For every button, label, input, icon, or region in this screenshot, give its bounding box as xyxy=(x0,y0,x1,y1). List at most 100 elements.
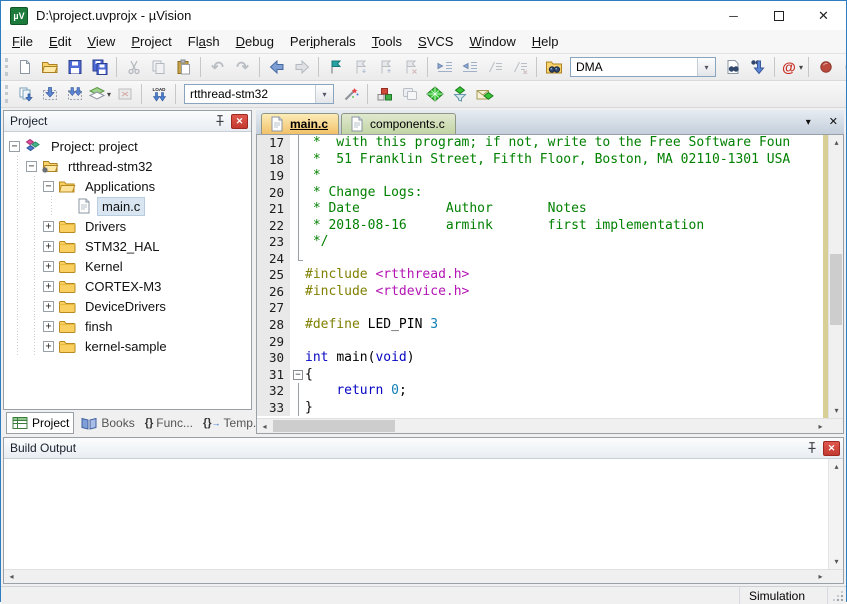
tree-item-rtthread-stm32[interactable]: − rtthread-stm32 xyxy=(4,156,251,176)
new-file-button[interactable] xyxy=(12,55,37,79)
menu-edit[interactable]: Edit xyxy=(41,34,79,49)
pack-installer-button[interactable] xyxy=(472,82,497,106)
tree-item-kernel[interactable]: +Kernel xyxy=(4,256,251,276)
tree-item-applications[interactable]: −Applications xyxy=(4,176,251,196)
minimize-button[interactable]: ─ xyxy=(711,1,756,30)
scroll-down-icon[interactable]: ▾ xyxy=(829,403,844,418)
panel-tab-project[interactable]: Project xyxy=(6,412,74,434)
toolbar-separator xyxy=(427,57,428,77)
close-button[interactable]: ✕ xyxy=(801,1,846,30)
build-output-content[interactable] xyxy=(4,459,828,569)
scroll-thumb[interactable] xyxy=(273,420,395,432)
toolbar-grip[interactable] xyxy=(5,85,8,103)
find-in-files-button[interactable] xyxy=(541,55,566,79)
save-button[interactable] xyxy=(62,55,87,79)
tree-item-kernel-sample[interactable]: +kernel-sample xyxy=(4,336,251,356)
batch-build-button[interactable]: ▾ xyxy=(87,82,112,106)
download-button[interactable]: LOAD xyxy=(146,82,171,106)
collapse-icon[interactable]: − xyxy=(26,161,37,172)
panel-tab-books[interactable]: Books xyxy=(76,412,138,434)
find-in-files-dialog-button[interactable] xyxy=(720,55,745,79)
scroll-thumb[interactable] xyxy=(830,254,842,325)
code-line: 25#include <rtthread.h> xyxy=(257,267,823,284)
target-combo[interactable]: rtthread-stm32▾ xyxy=(184,84,334,104)
open-file-button[interactable] xyxy=(37,55,62,79)
editor-tab-main-c[interactable]: main.c xyxy=(261,113,339,134)
scroll-left-icon[interactable]: ◂ xyxy=(4,569,19,584)
expand-icon[interactable]: + xyxy=(43,281,54,292)
options-for-target-button[interactable] xyxy=(338,82,363,106)
tree-item-cortex-m3[interactable]: +CORTEX-M3 xyxy=(4,276,251,296)
expand-icon[interactable]: + xyxy=(43,321,54,332)
tree-item-main-c[interactable]: main.c xyxy=(4,196,251,216)
tab-list-dropdown-icon[interactable]: ▾ xyxy=(797,117,811,128)
build-output-vertical-scrollbar[interactable]: ▴ ▾ xyxy=(828,459,843,569)
tree-item-finsh[interactable]: + finsh xyxy=(4,316,251,336)
collapse-icon[interactable]: − xyxy=(9,141,20,152)
incremental-find-button[interactable] xyxy=(745,55,770,79)
tree-item-label: rtthread-stm32 xyxy=(64,158,157,175)
scroll-right-icon[interactable]: ▸ xyxy=(813,419,828,434)
menu-view[interactable]: View xyxy=(79,34,123,49)
menu-svcs[interactable]: SVCS xyxy=(410,34,461,49)
pin-icon[interactable] xyxy=(212,113,228,129)
menu-peripherals[interactable]: Peripherals xyxy=(282,34,364,49)
outdent-button[interactable] xyxy=(457,55,482,79)
build-output-close-button[interactable]: ✕ xyxy=(823,441,840,456)
close-document-icon[interactable]: ✕ xyxy=(820,117,838,128)
menu-file[interactable]: File xyxy=(4,34,41,49)
menu-project[interactable]: Project xyxy=(123,34,179,49)
tree-item-label: finsh xyxy=(81,318,116,335)
expand-icon[interactable]: + xyxy=(43,301,54,312)
maximize-button[interactable] xyxy=(756,1,801,30)
rebuild-button[interactable] xyxy=(62,82,87,106)
manage-rte-button[interactable] xyxy=(422,82,447,106)
menu-help[interactable]: Help xyxy=(524,34,567,49)
project-panel-close-button[interactable]: ✕ xyxy=(231,114,248,129)
search-combo[interactable]: DMA▾ xyxy=(570,57,716,77)
expand-icon[interactable]: + xyxy=(43,241,54,252)
scroll-up-icon[interactable]: ▴ xyxy=(829,135,844,150)
search-combo-dropdown-icon[interactable]: ▾ xyxy=(697,58,715,76)
browse-symbols-button[interactable]: @▾ xyxy=(779,55,804,79)
paste-button[interactable] xyxy=(171,55,196,79)
panel-tab-func[interactable]: {}Func... xyxy=(141,412,197,434)
resize-grip[interactable] xyxy=(828,587,846,604)
select-software-packs-button[interactable] xyxy=(447,82,472,106)
save-all-button[interactable] xyxy=(87,55,112,79)
breakpoint-toggle-button[interactable] xyxy=(813,55,838,79)
scroll-right-icon[interactable]: ▸ xyxy=(813,569,828,584)
menu-flash[interactable]: Flash xyxy=(180,34,228,49)
expand-icon[interactable]: + xyxy=(43,341,54,352)
scroll-down-icon[interactable]: ▾ xyxy=(829,554,844,569)
expand-icon[interactable]: + xyxy=(43,261,54,272)
menu-tools[interactable]: Tools xyxy=(364,34,410,49)
editor-tab-components-c[interactable]: components.c xyxy=(341,113,456,134)
tree-item-devicedrivers[interactable]: +DeviceDrivers xyxy=(4,296,251,316)
target-combo-dropdown-icon[interactable]: ▾ xyxy=(315,85,333,103)
build-button[interactable] xyxy=(37,82,62,106)
toolbar-grip[interactable] xyxy=(5,58,8,76)
tree-item-project-project[interactable]: −Project: project xyxy=(4,136,251,156)
menu-window[interactable]: Window xyxy=(461,34,523,49)
collapse-icon[interactable]: − xyxy=(43,181,54,192)
scroll-left-icon[interactable]: ◂ xyxy=(257,419,272,434)
tree-item-stm32-hal[interactable]: +STM32_HAL xyxy=(4,236,251,256)
editor-horizontal-scrollbar[interactable]: ◂ ▸ xyxy=(257,418,843,433)
build-output-horizontal-scrollbar[interactable]: ◂ ▸ xyxy=(4,569,843,583)
translate-button[interactable] xyxy=(12,82,37,106)
editor-vertical-scrollbar[interactable]: ▴ ▾ xyxy=(828,135,843,418)
fold-margin xyxy=(292,135,305,152)
manage-project-items-button[interactable] xyxy=(372,82,397,106)
stop-build-icon xyxy=(116,86,134,102)
indent-button[interactable] xyxy=(432,55,457,79)
navigate-back-button[interactable] xyxy=(264,55,289,79)
breakpoint-disable-button[interactable] xyxy=(838,55,846,79)
pin-icon[interactable] xyxy=(804,440,820,456)
menu-debug[interactable]: Debug xyxy=(228,34,282,49)
bookmark-toggle-button[interactable] xyxy=(323,55,348,79)
tree-item-drivers[interactable]: +Drivers xyxy=(4,216,251,236)
scroll-up-icon[interactable]: ▴ xyxy=(829,459,844,474)
code-view[interactable]: 17 * with this program; if not, write to… xyxy=(257,135,828,418)
expand-icon[interactable]: + xyxy=(43,221,54,232)
